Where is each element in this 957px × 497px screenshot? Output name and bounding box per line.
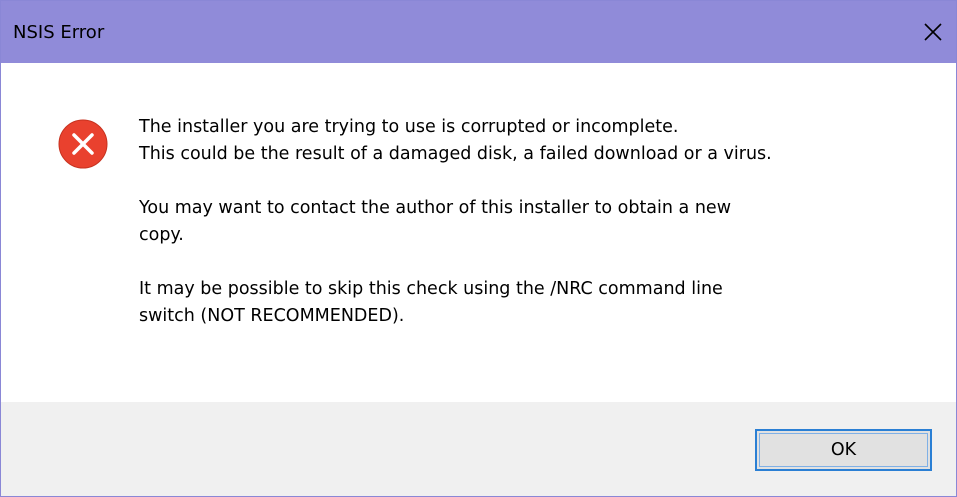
message-paragraph: You may want to contact the author of th… xyxy=(139,198,732,245)
message-paragraph: It may be possible to skip this check us… xyxy=(139,279,723,326)
dialog-window: NSIS Error The installer you are trying … xyxy=(0,0,957,497)
close-icon xyxy=(924,23,942,41)
title-bar[interactable]: NSIS Error xyxy=(1,1,956,63)
message-paragraph: The installer you are trying to use is c… xyxy=(139,117,772,164)
error-icon xyxy=(58,119,108,169)
window-title: NSIS Error xyxy=(13,22,105,43)
ok-button[interactable]: OK xyxy=(755,429,932,471)
ok-button-label: OK xyxy=(830,440,857,460)
button-bar: OK xyxy=(1,402,956,496)
error-message: The installer you are trying to use is c… xyxy=(139,114,929,357)
dialog-content: The installer you are trying to use is c… xyxy=(1,63,956,402)
close-button[interactable] xyxy=(910,1,956,63)
